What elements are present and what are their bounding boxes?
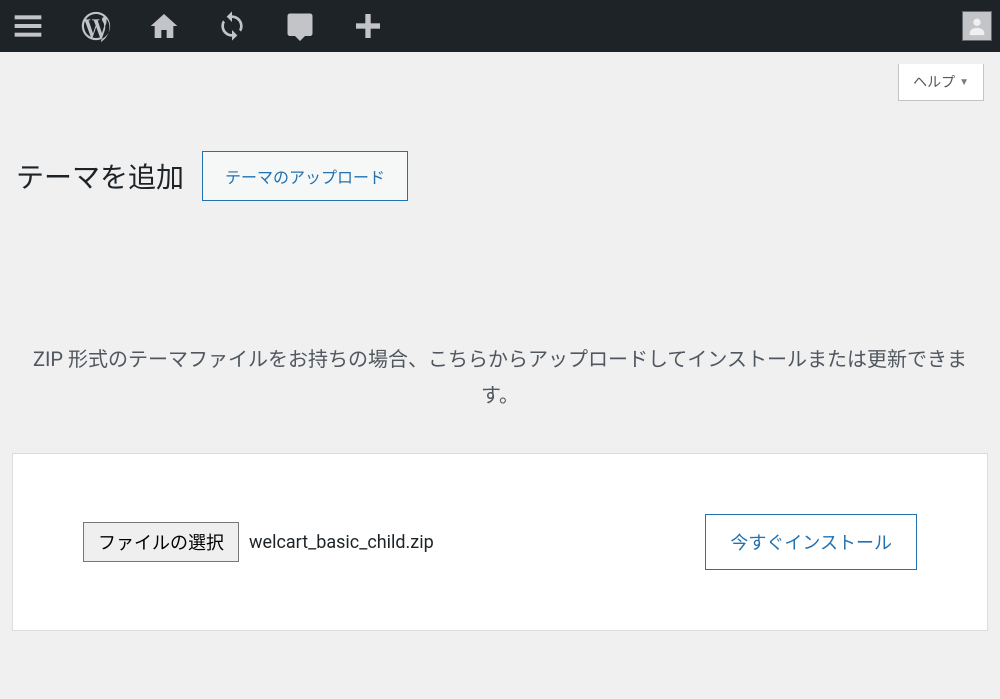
comment-icon[interactable] (280, 6, 320, 46)
admin-bar-left (8, 6, 388, 46)
content-area: ヘルプ ▼ テーマを追加 テーマのアップロード ZIP 形式のテーマファイルをお… (0, 52, 1000, 631)
refresh-icon[interactable] (212, 6, 252, 46)
upload-box: ファイルの選択 welcart_basic_child.zip 今すぐインストー… (12, 453, 988, 631)
instruction-text: ZIP 形式のテーマファイルをお持ちの場合、こちらからアップロードしてインストー… (12, 341, 988, 413)
avatar[interactable] (962, 11, 992, 41)
help-tab-wrapper: ヘルプ ▼ (12, 52, 988, 101)
install-now-button[interactable]: 今すぐインストール (705, 514, 917, 570)
add-new-icon[interactable] (348, 6, 388, 46)
file-select-button[interactable]: ファイルの選択 (83, 522, 239, 562)
wordpress-logo-icon[interactable] (76, 6, 116, 46)
page-header: テーマを追加 テーマのアップロード (12, 151, 988, 201)
file-select-group: ファイルの選択 welcart_basic_child.zip (83, 522, 434, 562)
home-icon[interactable] (144, 6, 184, 46)
selected-file-name: welcart_basic_child.zip (249, 532, 434, 553)
help-tab[interactable]: ヘルプ ▼ (898, 64, 984, 101)
page-title: テーマを追加 (16, 156, 184, 196)
admin-bar-right (962, 11, 992, 41)
admin-bar (0, 0, 1000, 52)
upload-theme-button[interactable]: テーマのアップロード (202, 151, 408, 201)
chevron-down-icon: ▼ (959, 77, 969, 88)
help-tab-label: ヘルプ (913, 72, 955, 92)
menu-toggle-icon[interactable] (8, 6, 48, 46)
